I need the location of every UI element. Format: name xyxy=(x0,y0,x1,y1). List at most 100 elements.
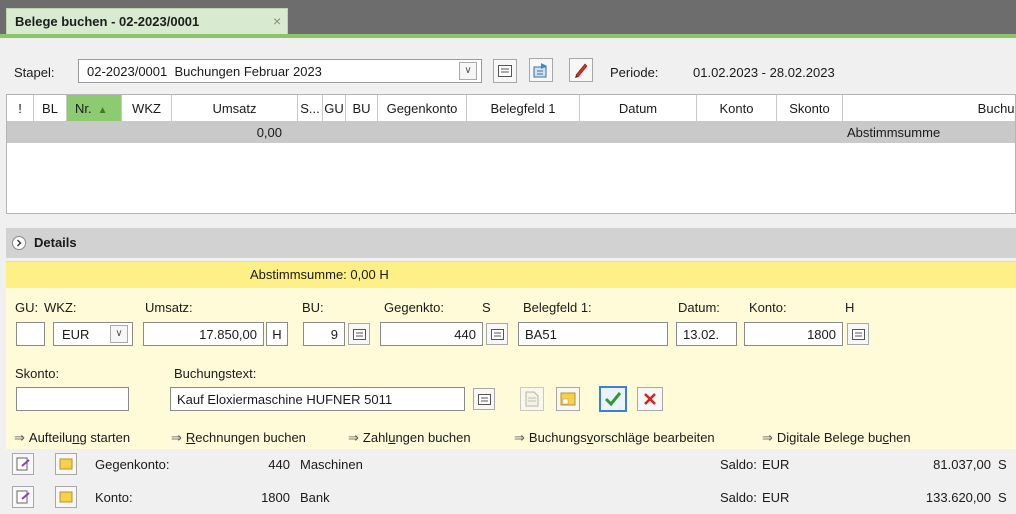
col-header-belegfeld1[interactable]: Belegfeld 1 xyxy=(467,95,580,121)
col-header-wkz[interactable]: WKZ xyxy=(122,95,172,121)
belegfeld1-input[interactable]: BA51 xyxy=(518,322,668,346)
tab-belege-buchen[interactable]: Belege buchen - 02-2023/0001 × xyxy=(6,8,288,34)
link-buchungsvorschlaege-post: orschläge bearbeiten xyxy=(593,430,715,445)
cancel-button[interactable] xyxy=(637,387,663,411)
link-buchungsvorschlaege-pre: Buchungs xyxy=(528,430,587,445)
gegenkonto-info-label: Gegenkonto: xyxy=(95,457,170,472)
col-header-gegenkonto[interactable]: Gegenkonto xyxy=(378,95,467,121)
tab-close-icon[interactable]: × xyxy=(273,13,281,29)
col-header-nr[interactable]: Nr. ▲ xyxy=(67,95,122,121)
link-aufteilung-starten[interactable]: ⇒ Aufteilung starten xyxy=(14,430,130,446)
periode-value: 01.02.2023 - 28.02.2023 xyxy=(693,65,835,80)
note-icon xyxy=(59,458,73,470)
haben-label: H xyxy=(845,300,855,315)
link-rechnungen-buchen[interactable]: ⇒ Rechnungen buchen xyxy=(171,430,306,446)
note-button[interactable] xyxy=(556,387,580,411)
wkz-label: WKZ: xyxy=(44,300,77,315)
stapel-edit-button[interactable] xyxy=(569,58,593,82)
close-icon xyxy=(644,393,656,405)
konto-lookup-button[interactable] xyxy=(847,323,869,345)
gegenkonto-input[interactable]: 440 xyxy=(380,322,483,346)
soll-label: S xyxy=(482,300,491,315)
konto-saldo-currency: EUR xyxy=(762,490,790,505)
konto-input[interactable]: 1800 xyxy=(744,322,843,346)
wkz-chevron-down-icon[interactable]: ∨ xyxy=(110,325,128,343)
stapel-select[interactable]: 02-2023/0001 Buchungen Februar 2023 ∨ xyxy=(78,59,482,83)
belegfeld-label: Belegfeld 1: xyxy=(523,300,592,315)
datum-input[interactable]: 13.02. xyxy=(676,322,737,346)
col-header-umsatz[interactable]: Umsatz xyxy=(172,95,298,121)
details-header[interactable]: Details xyxy=(6,228,1016,258)
umsatz-input[interactable]: 17.850,00 xyxy=(143,322,264,346)
col-header-buchungstext-label: Buchung xyxy=(977,101,1015,116)
skonto-label: Skonto: xyxy=(15,366,60,381)
col-header-buchungstext[interactable]: Buchung xyxy=(843,95,1015,121)
gu-input[interactable] xyxy=(16,322,45,346)
note-icon xyxy=(560,392,576,406)
bu-input[interactable]: 9 xyxy=(303,322,345,346)
konto-saldo-side: S xyxy=(998,490,1007,505)
bu-label: BU: xyxy=(302,300,324,315)
col-header-datum[interactable]: Datum xyxy=(580,95,697,121)
link-digitale-belege[interactable]: ⇒ Digitale Belege buchen xyxy=(762,430,911,446)
sort-ascending-icon: ▲ xyxy=(97,105,108,116)
expand-chevron-icon[interactable] xyxy=(12,236,26,250)
gegenkonto-open-button[interactable] xyxy=(12,453,34,475)
link-buchungsvorschlaege[interactable]: ⇒ Buchungsvorschläge bearbeiten xyxy=(514,430,715,446)
abstimmsumme-label: Abstimmsumme: 0,00 H xyxy=(250,267,389,282)
col-header-bl[interactable]: BL xyxy=(34,95,67,121)
gegenkonto-saldo-amount: 81.037,00 xyxy=(933,457,991,472)
gegenkonto-saldo-side: S xyxy=(998,457,1007,472)
wkz-value: EUR xyxy=(62,327,90,342)
gegenkonto-info-name: Maschinen xyxy=(300,457,363,472)
gegenkonto-note-button[interactable] xyxy=(55,453,77,475)
gegenkonto-info-row: Gegenkonto: 440 Maschinen Saldo: EUR 81.… xyxy=(6,450,1016,478)
buchungstext-label: Buchungstext: xyxy=(174,366,257,381)
link-digitale-belege-post: hen xyxy=(888,430,911,445)
col-header-bu[interactable]: BU xyxy=(346,95,378,121)
gegenkto-label: Gegenkto: xyxy=(384,300,444,315)
link-zahlungen-buchen[interactable]: ⇒ Zahlungen buchen xyxy=(348,430,471,446)
pencil-icon xyxy=(575,63,588,78)
note-icon xyxy=(59,491,73,503)
booking-grid[interactable]: ! BL Nr. ▲ WKZ Umsatz S... GU BU Gegenkon… xyxy=(6,94,1016,306)
stapel-export-button[interactable] xyxy=(529,58,553,82)
buchungstext-lookup-button[interactable] xyxy=(473,388,495,410)
periode-label: Periode: xyxy=(610,65,659,80)
konto-note-button[interactable] xyxy=(55,486,77,508)
konto-info-number: 1800 xyxy=(261,490,290,505)
grid-sum-label: Abstimmsumme xyxy=(847,125,941,140)
arrow-right-icon: ⇒ xyxy=(14,430,25,445)
col-header-skonto[interactable]: Skonto xyxy=(777,95,843,121)
col-header-flag[interactable]: ! xyxy=(7,95,34,121)
confirm-button[interactable] xyxy=(599,386,627,412)
link-digitale-belege-pre: Digitale Belege bu xyxy=(776,430,883,445)
konto-info-row: Konto: 1800 Bank Saldo: EUR 133.620,00 S xyxy=(6,483,1016,511)
stapel-card-button[interactable] xyxy=(493,59,517,83)
col-header-konto[interactable]: Konto xyxy=(697,95,777,121)
stapel-value: 02-2023/0001 Buchungen Februar 2023 xyxy=(87,64,322,79)
konto-saldo-amount: 133.620,00 xyxy=(925,490,991,505)
tab-title: Belege buchen - 02-2023/0001 xyxy=(15,14,200,29)
skonto-input[interactable] xyxy=(16,387,129,411)
col-header-gu[interactable]: GU xyxy=(323,95,346,121)
grid-header: ! BL Nr. ▲ WKZ Umsatz S... GU BU Gegenkon… xyxy=(7,95,1015,122)
wkz-select[interactable]: EUR ∨ xyxy=(53,322,133,346)
grid-sum-row: 0,00 Abstimmsumme xyxy=(7,122,1015,143)
gegenkonto-saldo-label: Saldo: xyxy=(720,457,757,472)
bu-lookup-button[interactable] xyxy=(348,323,370,345)
link-aufteilung-hotkey: n xyxy=(72,430,80,445)
chevron-down-icon[interactable]: ∨ xyxy=(459,62,477,80)
document-button[interactable] xyxy=(520,387,544,411)
datum-label: Datum: xyxy=(678,300,720,315)
arrow-right-icon: ⇒ xyxy=(762,430,773,445)
card-icon xyxy=(851,328,865,340)
col-header-sh[interactable]: S... xyxy=(298,95,323,121)
buchungstext-input[interactable]: Kauf Eloxiermaschine HUFNER 5011 xyxy=(170,387,465,411)
umsatz-sh-field[interactable]: H xyxy=(266,322,288,346)
document-icon xyxy=(525,391,539,407)
link-zahlungen-pre: Zahl xyxy=(362,430,389,445)
konto-open-button[interactable] xyxy=(12,486,34,508)
gegenkonto-lookup-button[interactable] xyxy=(486,323,508,345)
link-rechnungen-post: echnungen buchen xyxy=(195,430,306,445)
